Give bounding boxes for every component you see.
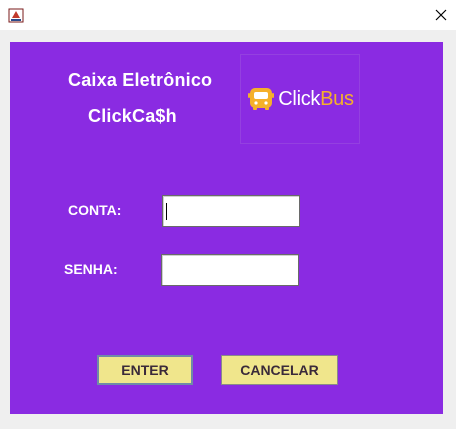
close-button[interactable] [426,0,456,30]
page-title: Caixa Eletrônico [68,70,213,90]
enter-button[interactable]: ENTER [97,355,193,385]
conta-input[interactable] [162,195,300,227]
logo-content: ClickBus [246,84,354,114]
logo-text-bus: Bus [320,87,354,110]
text-caret [166,203,167,220]
logo-text-click: Click [278,87,321,110]
clickbus-logo: ClickBus [240,54,360,144]
main-panel: Caixa Eletrônico ClickCa$h ClickBus CONT… [10,42,443,414]
senha-input[interactable] [161,254,299,286]
close-icon [435,9,447,21]
logo-wordmark: ClickBus [278,87,354,111]
conta-label: CONTA: [68,202,122,218]
app-icon [8,7,24,23]
title-bar [0,0,456,30]
senha-label: SENHA: [64,261,118,277]
application-window: Caixa Eletrônico ClickCa$h ClickBus CONT… [0,0,456,429]
cancel-button[interactable]: CANCELAR [221,355,338,385]
bus-icon [248,88,275,110]
page-subtitle: ClickCa$h [88,106,177,126]
